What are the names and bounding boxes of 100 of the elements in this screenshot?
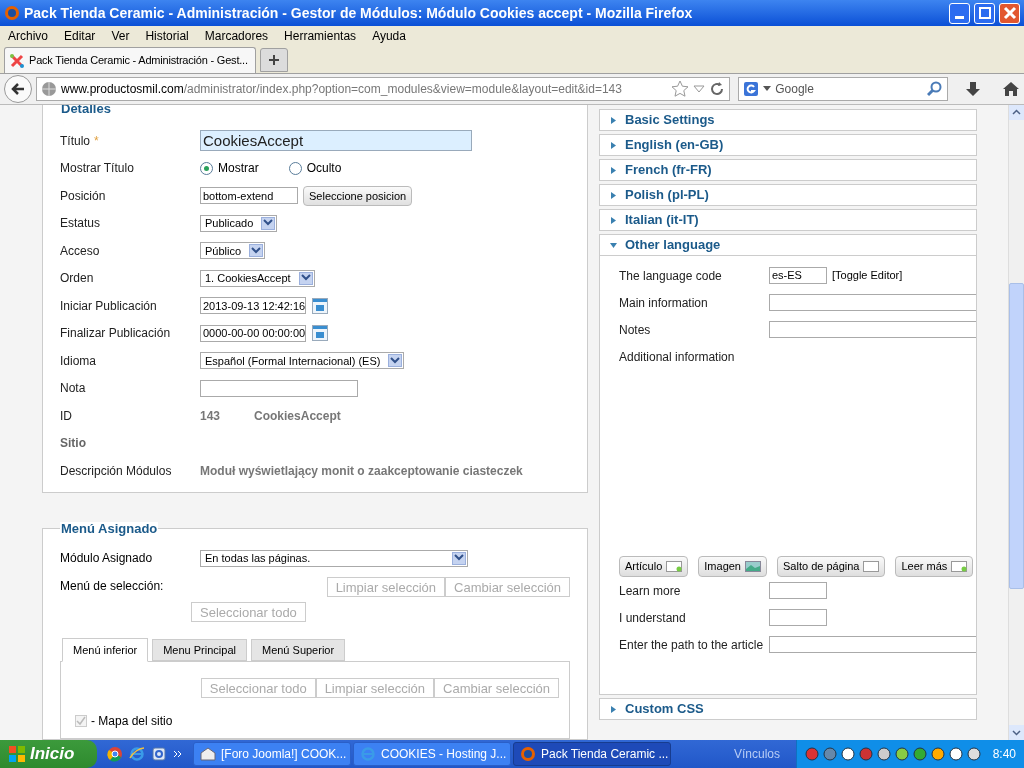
input-field[interactable] bbox=[769, 294, 976, 311]
calendar-icon[interactable] bbox=[312, 325, 328, 342]
firefox-icon bbox=[520, 746, 536, 762]
taskbar-button[interactable]: Pack Tienda Ceramic ... bbox=[513, 742, 671, 766]
menu-item[interactable]: Historial bbox=[145, 27, 189, 45]
accordion-header[interactable]: Custom CSS bbox=[599, 698, 977, 720]
scroll-up-icon[interactable] bbox=[1009, 105, 1024, 120]
editor-button[interactable]: Leer más bbox=[895, 556, 974, 577]
accordion-header[interactable]: Italian (it-IT) bbox=[599, 209, 977, 231]
field-label: Descripción Módulos bbox=[60, 462, 172, 480]
input-field[interactable]: 2013-09-13 12:42:16 bbox=[200, 297, 306, 315]
input-field[interactable]: 0000-00-00 00:00:00 bbox=[200, 324, 306, 342]
dropdown[interactable]: 1. CookiesAccept bbox=[200, 269, 315, 287]
internet-explorer-icon[interactable] bbox=[129, 746, 145, 762]
reload-icon[interactable] bbox=[709, 81, 726, 97]
address-bar[interactable]: www.productosmil.com/administrator/index.php?option=com_modules&view=module&layout=edit&id=143 bbox=[35, 77, 731, 101]
chrome-icon[interactable] bbox=[107, 746, 123, 762]
static-value: Moduł wyświetlający monit o zaakceptowanie ciasteczek bbox=[200, 462, 523, 480]
menu-item[interactable]: Archivo bbox=[8, 27, 48, 45]
back-button[interactable] bbox=[4, 75, 32, 103]
field-label: Nota bbox=[60, 380, 86, 398]
radio-button[interactable] bbox=[288, 161, 302, 175]
menu-item[interactable]: Ayuda bbox=[372, 27, 406, 45]
bookmark-star-icon[interactable] bbox=[671, 80, 690, 98]
required-mark: * bbox=[94, 132, 99, 150]
radio-button[interactable] bbox=[200, 161, 213, 175]
scrollbar[interactable] bbox=[1008, 105, 1024, 740]
field-label: Módulo Asignado bbox=[60, 550, 154, 567]
caret-icon[interactable] bbox=[763, 86, 772, 92]
editor-button[interactable]: Salto de página bbox=[777, 556, 886, 577]
collapsed-arrow-icon bbox=[610, 141, 617, 149]
menu-item[interactable]: Ver bbox=[111, 27, 130, 45]
maximize-button[interactable] bbox=[974, 2, 995, 24]
field-label: Additional information bbox=[619, 348, 735, 366]
section-legend: Menú Asignado bbox=[60, 522, 159, 535]
field-label: Idioma bbox=[60, 352, 97, 370]
accordion-header[interactable]: English (en-GB) bbox=[599, 134, 977, 156]
scroll-thumb[interactable] bbox=[1009, 283, 1024, 589]
minimize-button[interactable] bbox=[949, 2, 970, 24]
new-tab-button[interactable] bbox=[260, 48, 288, 72]
title-input[interactable]: CookiesAccept bbox=[200, 130, 472, 152]
dropdown[interactable]: Publicado bbox=[200, 214, 278, 232]
input-field[interactable]: bottom-extend bbox=[200, 187, 298, 205]
home-icon[interactable] bbox=[1002, 80, 1020, 98]
search-icon[interactable] bbox=[927, 81, 943, 97]
browser-tab[interactable]: Pack Tienda Ceramic - Administración - Gest... bbox=[4, 47, 256, 73]
static-value: CookiesAccept bbox=[254, 407, 341, 425]
input-field[interactable]: es-ES bbox=[769, 267, 827, 284]
menu-tab[interactable]: Menú inferior bbox=[62, 638, 149, 662]
collapsed-arrow-icon bbox=[610, 116, 617, 124]
select-position-button[interactable]: Seleccione posicion bbox=[303, 185, 413, 206]
google-plus-icon bbox=[743, 81, 760, 97]
input-field[interactable] bbox=[769, 321, 976, 338]
menu-item[interactable]: Editar bbox=[64, 27, 96, 45]
download-icon[interactable] bbox=[964, 80, 982, 98]
field-label: Menú de selección: bbox=[60, 578, 165, 595]
menu-tab[interactable]: Menu Principal bbox=[152, 639, 247, 661]
input-field[interactable] bbox=[200, 379, 358, 397]
input-field[interactable] bbox=[769, 582, 827, 599]
globe-icon bbox=[40, 81, 57, 97]
field-label: The language code bbox=[619, 267, 723, 285]
radio-label: Oculto bbox=[306, 160, 342, 178]
accordion-header[interactable]: Polish (pl-PL) bbox=[599, 184, 977, 206]
editor-button[interactable]: Imagen bbox=[698, 556, 767, 577]
dropdown-icon[interactable] bbox=[693, 84, 706, 94]
links-label[interactable]: Vínculos bbox=[733, 745, 780, 763]
menu-tab[interactable]: Menú Superior bbox=[250, 639, 346, 661]
image-icon bbox=[745, 561, 761, 572]
minimize-icon bbox=[955, 15, 964, 19]
accordion-header[interactable]: French (fr-FR) bbox=[599, 159, 977, 181]
menu-item[interactable]: Herramientas bbox=[284, 27, 357, 45]
field-label: Sitio bbox=[60, 435, 86, 453]
search-field[interactable]: Google bbox=[738, 77, 948, 101]
accordion-header[interactable]: Basic Settings bbox=[599, 109, 977, 131]
field-label: Orden bbox=[60, 270, 94, 288]
close-button[interactable] bbox=[999, 2, 1020, 24]
dropdown[interactable]: Público bbox=[200, 242, 266, 260]
dropdown[interactable]: Español (Formal Internacional) (ES) bbox=[200, 352, 405, 370]
toggle-editor-link[interactable]: [Toggle Editor] bbox=[832, 267, 903, 284]
input-field[interactable] bbox=[769, 636, 976, 653]
field-label: Estatus bbox=[60, 215, 101, 233]
scroll-down-icon[interactable] bbox=[1009, 725, 1024, 740]
collapsed-arrow-icon bbox=[610, 705, 617, 713]
page-plus-icon bbox=[951, 561, 968, 572]
calendar-icon[interactable] bbox=[312, 297, 328, 314]
chevron-icon[interactable] bbox=[173, 750, 183, 758]
clock: 8:40 bbox=[992, 746, 1016, 763]
windows-logo-icon bbox=[8, 745, 26, 763]
expanded-arrow-icon bbox=[610, 241, 617, 249]
taskbar-button[interactable]: COOKIES - Hosting J... bbox=[353, 742, 511, 766]
input-field[interactable] bbox=[769, 609, 827, 626]
dropdown[interactable]: En todas las páginas. bbox=[200, 549, 468, 567]
editor-button[interactable]: Artículo bbox=[619, 556, 689, 577]
app-icon[interactable] bbox=[151, 746, 167, 762]
page-icon bbox=[863, 561, 880, 572]
firefox-icon bbox=[4, 5, 20, 21]
accordion-header[interactable]: Other language bbox=[599, 234, 977, 256]
menu-item[interactable]: Marcadores bbox=[204, 27, 269, 45]
taskbar-button[interactable]: [Foro Joomla!] COOK... bbox=[193, 742, 351, 766]
start-button[interactable]: Inicio bbox=[0, 740, 97, 768]
